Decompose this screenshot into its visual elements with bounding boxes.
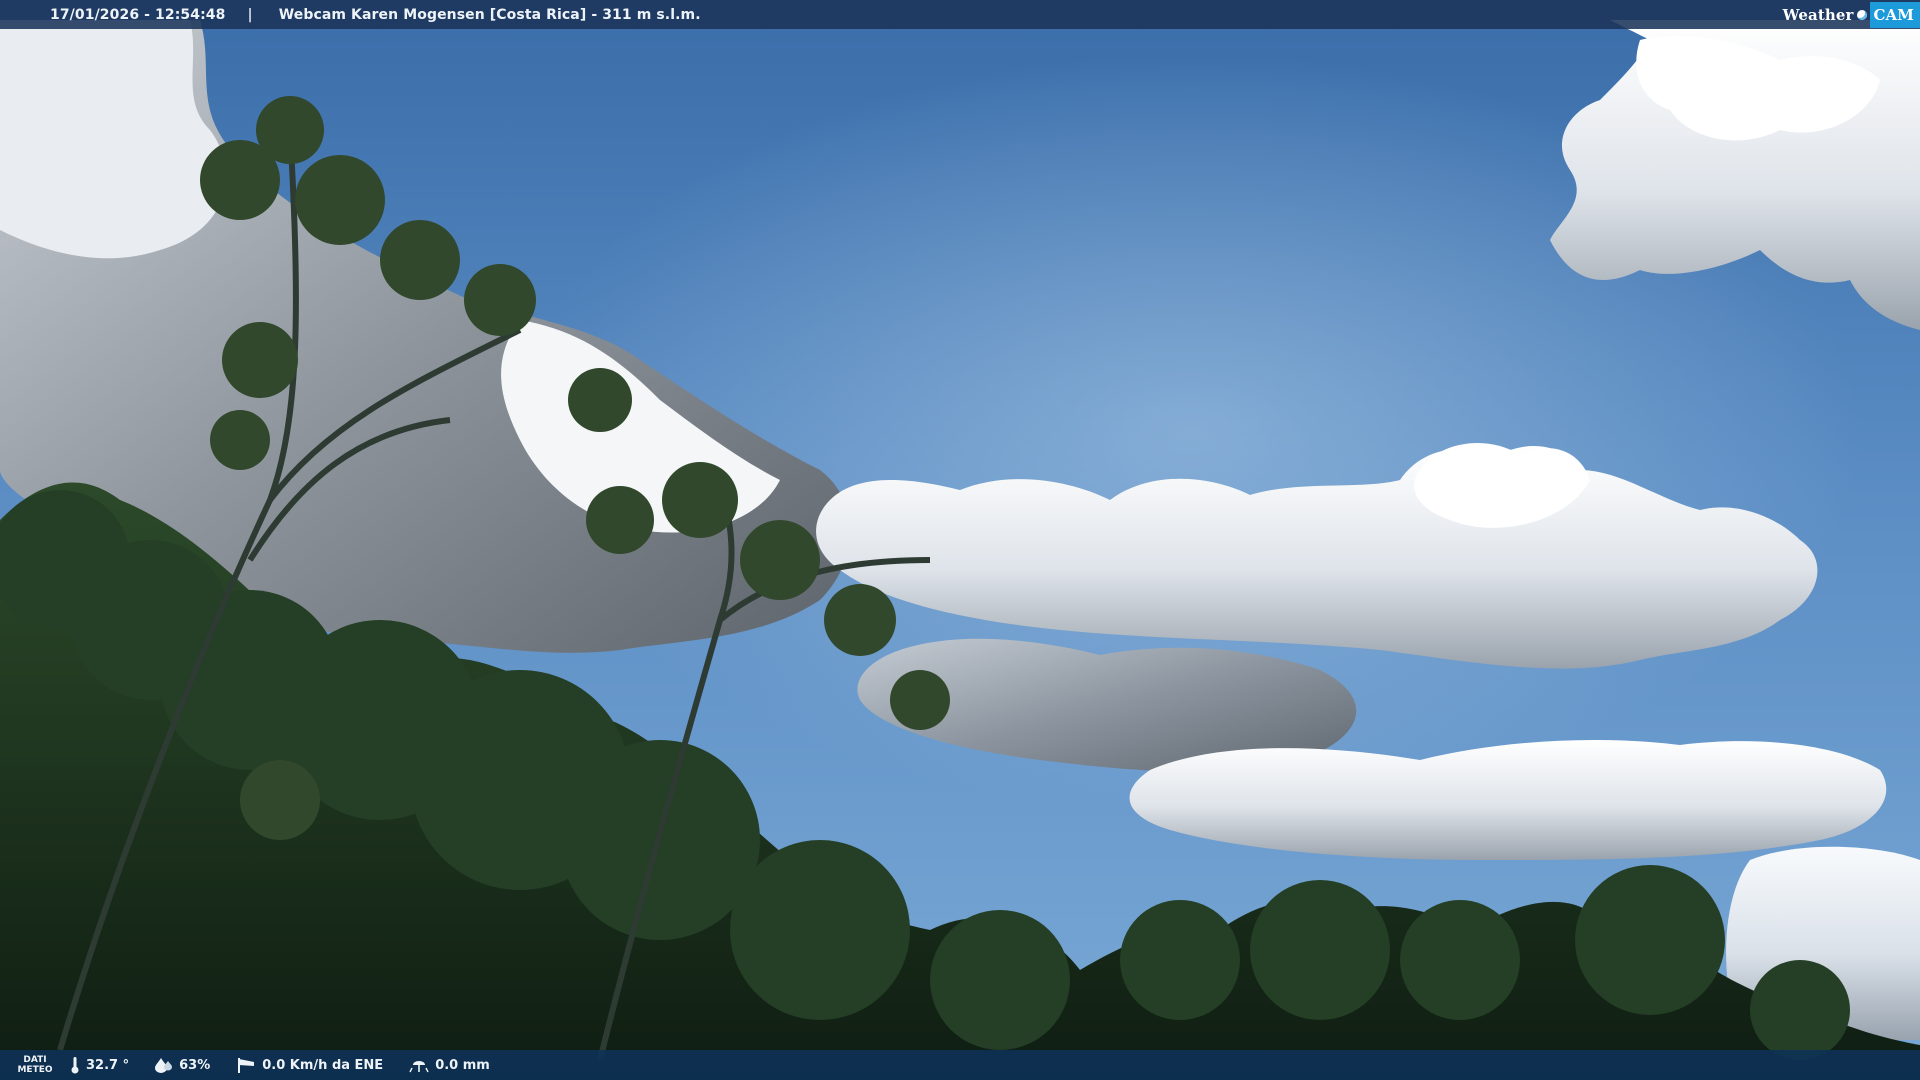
wind-value: 0.0 Km/h da ENE bbox=[262, 1057, 384, 1073]
webcam-image bbox=[0, 0, 1920, 1080]
location-title: Webcam Karen Mogensen [Costa Rica] - 311… bbox=[278, 6, 701, 23]
droplet-icon bbox=[155, 1058, 173, 1073]
rain-readout: 0.0 mm bbox=[409, 1057, 490, 1073]
weather-data-bar: DATI METEO 32.7 ° 63% 0.0 Km/h da ENE 0.… bbox=[0, 1050, 1920, 1080]
header-separator: | bbox=[247, 6, 253, 23]
wind-readout: 0.0 Km/h da ENE bbox=[236, 1056, 383, 1074]
header-bar: 17/01/2026 - 12:54:48 | Webcam Karen Mog… bbox=[0, 0, 1920, 29]
logo-globe-icon bbox=[1856, 9, 1867, 20]
temperature-value: 32.7 ° bbox=[86, 1057, 130, 1073]
weather-label: DATI METEO bbox=[17, 1055, 53, 1075]
timestamp: 17/01/2026 - 12:54:48 bbox=[50, 6, 226, 23]
humidity-value: 63% bbox=[179, 1057, 211, 1073]
logo-suffix: CAM bbox=[1869, 1, 1920, 28]
rain-value: 0.0 mm bbox=[435, 1057, 490, 1073]
weathercam-logo: Weather CAM bbox=[1783, 0, 1920, 29]
rain-gauge-icon bbox=[409, 1061, 429, 1073]
logo-word: Weather bbox=[1782, 5, 1854, 24]
thermometer-icon bbox=[71, 1057, 79, 1074]
humidity-readout: 63% bbox=[155, 1057, 210, 1073]
temperature-readout: 32.7 ° bbox=[70, 1056, 129, 1074]
wind-sock-icon bbox=[238, 1058, 255, 1073]
